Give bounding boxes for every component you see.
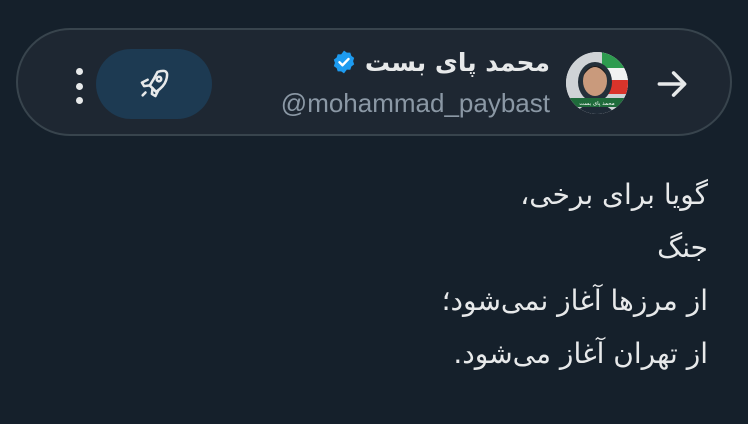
back-button[interactable] <box>652 64 692 104</box>
verified-badge-icon <box>333 50 355 74</box>
post-line: گویا برای برخی، <box>520 178 708 211</box>
more-dot <box>75 97 83 104</box>
more-options-button[interactable] <box>72 68 86 104</box>
post-line: جنگ <box>657 231 708 264</box>
rocket-icon <box>140 69 169 98</box>
more-vertical-icon <box>75 68 83 75</box>
post-line: از مرزها آغاز نمی‌شود؛ <box>441 284 708 317</box>
display-name[interactable]: محمد پای بست <box>365 48 550 77</box>
post-line: از تهران آغاز می‌شود. <box>453 337 708 370</box>
user-info[interactable]: محمد پای بست @mohammad_paybast <box>281 42 550 119</box>
avatar-image: محمد پای بست <box>566 52 628 114</box>
boost-button[interactable] <box>96 49 212 119</box>
user-handle[interactable]: @mohammad_paybast <box>281 88 550 119</box>
avatar-caption: محمد پای بست <box>579 101 614 107</box>
post-text: گویا برای برخی، جنگ از مرزها آغاز نمی‌شو… <box>108 168 708 380</box>
avatar[interactable]: محمد پای بست <box>566 52 628 114</box>
more-dot <box>75 82 83 90</box>
arrow-right-icon <box>657 71 687 97</box>
profile-header-card: محمد پای بست @mohammad_paybast محمد پای … <box>16 28 732 136</box>
